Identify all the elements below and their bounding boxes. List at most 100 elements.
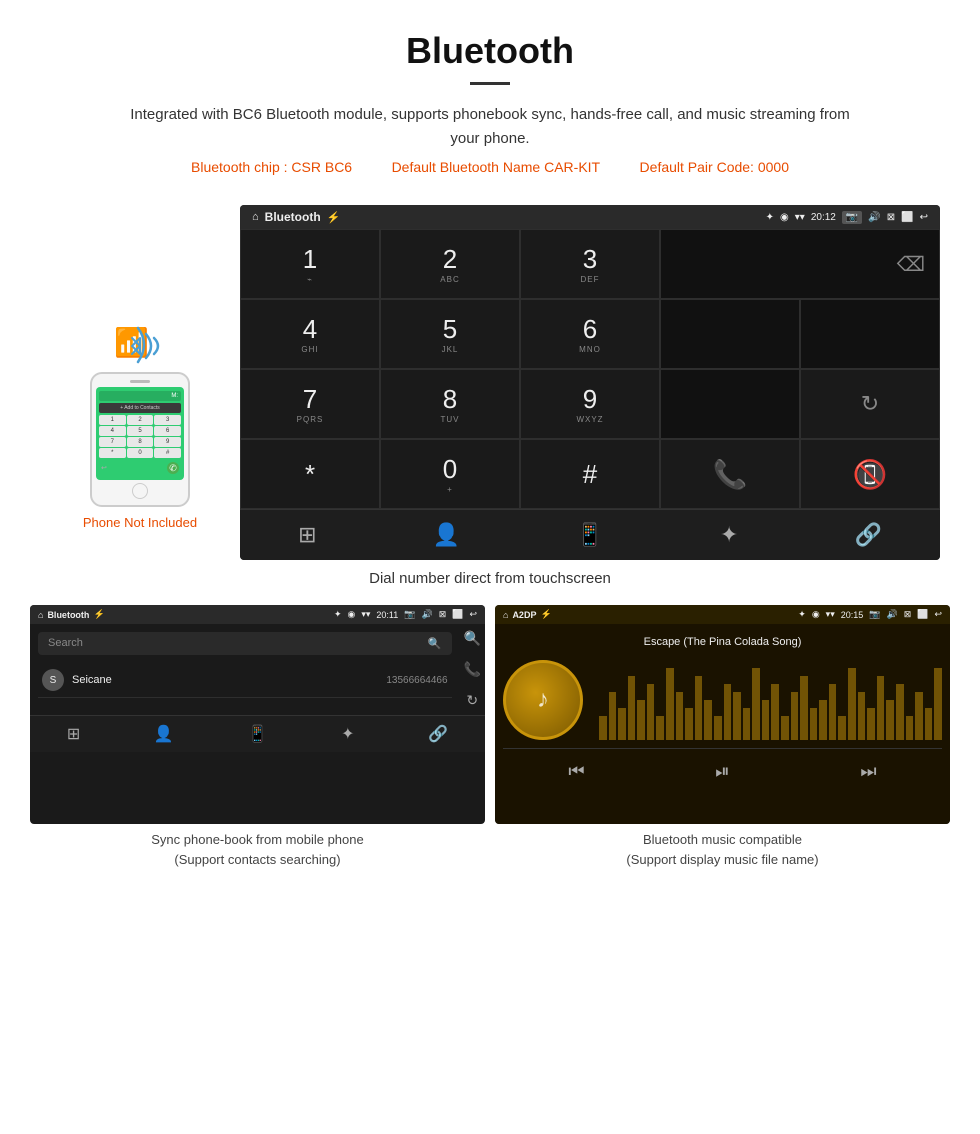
phone-keypad: 1 2 3 4 5 6 7 8 9 * 0 # — [99, 415, 181, 458]
contacts-nav-phone[interactable]: 📱 — [248, 724, 268, 744]
dial-key-1[interactable]: 1 ⌁ — [240, 229, 380, 299]
dial-key-7[interactable]: 7 PQRS — [240, 369, 380, 439]
phone-key-star: * — [99, 448, 126, 458]
play-pause-button[interactable]: ⏯ — [715, 761, 729, 782]
key-hash-number: # — [583, 459, 597, 490]
contact-row-seicane[interactable]: S Seicane 13566664466 — [38, 663, 452, 698]
key-6-sub: MNO — [579, 345, 601, 354]
call-red-icon: 📵 — [853, 458, 888, 491]
dial-key-2[interactable]: 2 ABC — [380, 229, 520, 299]
key-2-number: 2 — [443, 244, 457, 275]
android-dial-screen: ⌂ Bluetooth ⚡ ✦ ◉ ▾▾ 20:12 📷 🔊 ⊠ ⬜ ↩ 1 — [240, 205, 940, 560]
music-content: Escape (The Pina Colada Song) ♪ ⏮ ⏯ ⏭ — [495, 624, 950, 824]
eq-bar — [771, 684, 779, 740]
nav-bluetooth-icon[interactable]: ✦ — [720, 522, 738, 548]
music-song-title: Escape (The Pina Colada Song) — [644, 636, 802, 648]
call-green-icon: 📞 — [713, 458, 748, 491]
spec-code: Default Pair Code: 0000 — [640, 159, 789, 175]
nav-link-icon[interactable]: 🔗 — [854, 522, 881, 548]
eq-bar — [886, 700, 894, 740]
key-8-sub: TUV — [441, 415, 460, 424]
dial-key-9[interactable]: 9 WXYZ — [520, 369, 660, 439]
phone-key-3: 3 — [154, 415, 181, 425]
music-time: 20:15 — [841, 610, 864, 620]
refresh-icon: ↻ — [861, 391, 879, 417]
contacts-nav-bt[interactable]: ✦ — [341, 724, 354, 744]
backspace-icon[interactable]: ⌫ — [897, 252, 925, 277]
contacts-win-icon: ⬜ — [452, 609, 463, 620]
nav-contacts-icon[interactable]: 👤 — [433, 522, 460, 548]
music-status-bar: ⌂ A2DP ⚡ ✦ ◉ ▾▾ 20:15 📷 🔊 ⊠ ⬜ ↩ — [495, 605, 950, 624]
dial-hangup-button[interactable]: 📵 — [800, 439, 940, 509]
key-star-number: * — [305, 459, 315, 490]
bottom-nav-bar: ⊞ 👤 📱 ✦ 🔗 — [240, 509, 940, 560]
phone-key-7: 7 — [99, 437, 126, 447]
dial-key-hash[interactable]: # — [520, 439, 660, 509]
next-track-button[interactable]: ⏭ — [860, 761, 876, 782]
contacts-phone-side-icon[interactable]: 📞 — [464, 661, 481, 678]
music-android-screen: ⌂ A2DP ⚡ ✦ ◉ ▾▾ 20:15 📷 🔊 ⊠ ⬜ ↩ — [495, 605, 950, 824]
eq-bar — [704, 700, 712, 740]
contacts-nav-grid[interactable]: ⊞ — [67, 724, 80, 744]
eq-bar — [743, 708, 751, 740]
dial-key-8[interactable]: 8 TUV — [380, 369, 520, 439]
dial-key-6[interactable]: 6 MNO — [520, 299, 660, 369]
equalizer-display — [599, 660, 942, 740]
eq-bar — [791, 692, 799, 740]
contacts-search-placeholder: Search — [48, 637, 83, 650]
key-6-number: 6 — [583, 314, 597, 345]
music-home-icon[interactable]: ⌂ — [503, 610, 508, 620]
status-bar-right: ✦ ◉ ▾▾ 20:12 📷 🔊 ⊠ ⬜ ↩ — [766, 211, 928, 224]
prev-track-button[interactable]: ⏮ — [568, 761, 584, 782]
nav-grid-icon[interactable]: ⊞ — [298, 522, 316, 548]
back-status-icon[interactable]: ↩ — [920, 212, 928, 223]
contacts-sync-side-icon[interactable]: ↻ — [466, 692, 478, 709]
time-display: 20:12 — [811, 212, 836, 223]
key-9-sub: WXYZ — [576, 415, 603, 424]
contacts-search-side-icon[interactable]: 🔍 — [464, 630, 481, 647]
music-back-icon[interactable]: ↩ — [934, 609, 942, 620]
dial-key-3[interactable]: 3 DEF — [520, 229, 660, 299]
music-win-icon: ⬜ — [917, 609, 928, 620]
contacts-search-bar[interactable]: Search 🔍 — [38, 632, 452, 655]
dial-display-area: ⌫ — [660, 229, 940, 299]
eq-bar — [925, 708, 933, 740]
eq-bar — [810, 708, 818, 740]
contact-name-seicane: Seicane — [72, 674, 112, 686]
phone-key-1: 1 — [99, 415, 126, 425]
music-bt-icon: ✦ — [798, 609, 806, 620]
contacts-caption: Sync phone-book from mobile phone (Suppo… — [30, 824, 485, 871]
dial-key-5[interactable]: 5 JKL — [380, 299, 520, 369]
eq-bar — [896, 684, 904, 740]
dial-key-0[interactable]: 0 + — [380, 439, 520, 509]
title-divider — [470, 82, 510, 85]
eq-bar — [609, 692, 617, 740]
music-center: ♪ — [503, 660, 942, 740]
spec-chip: Bluetooth chip : CSR BC6 — [191, 159, 352, 175]
usb-icon: ⚡ — [327, 211, 341, 224]
contacts-nav-link[interactable]: 🔗 — [428, 724, 448, 744]
dial-key-star[interactable]: * — [240, 439, 380, 509]
phone-key-6: 6 — [154, 426, 181, 436]
phone-home-button — [132, 483, 148, 499]
music-note-icon: ♪ — [537, 686, 549, 714]
key-8-number: 8 — [443, 384, 457, 415]
contacts-home-icon[interactable]: ⌂ — [38, 610, 43, 620]
dial-call-button[interactable]: 📞 — [660, 439, 800, 509]
key-4-number: 4 — [303, 314, 317, 345]
music-app-name: A2DP — [512, 610, 536, 620]
contacts-caption-line2: (Support contacts searching) — [174, 852, 340, 867]
home-icon[interactable]: ⌂ — [252, 211, 259, 223]
location-status-icon: ◉ — [780, 212, 789, 223]
contacts-bt-icon: ✦ — [334, 609, 342, 620]
phone-back-icon: ↩ — [101, 464, 107, 472]
key-7-sub: PQRS — [297, 415, 324, 424]
music-camera-icon: 📷 — [869, 609, 880, 620]
contacts-nav-person[interactable]: 👤 — [154, 724, 174, 744]
dial-refresh-button[interactable]: ↻ — [800, 369, 940, 439]
dial-key-4[interactable]: 4 GHI — [240, 299, 380, 369]
nav-phone-icon[interactable]: 📱 — [576, 522, 603, 548]
contacts-back-icon[interactable]: ↩ — [469, 609, 477, 620]
phone-speaker — [130, 380, 150, 383]
contacts-screen-wrap: ⌂ Bluetooth ⚡ ✦ ◉ ▾▾ 20:11 📷 🔊 ⊠ ⬜ ↩ — [30, 605, 485, 871]
